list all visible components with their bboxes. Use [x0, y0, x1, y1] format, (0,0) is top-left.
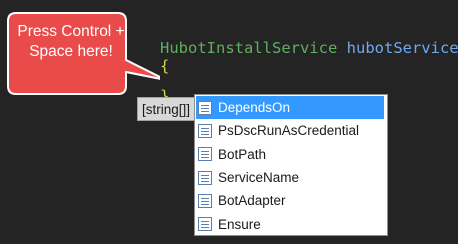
code-line-declaration: HubotInstallService hubotService	[160, 39, 458, 57]
completion-item-label: Ensure	[218, 216, 261, 232]
callout-text: Press Control + Space here!	[17, 23, 125, 60]
completion-item[interactable]: DependsOn	[196, 96, 384, 120]
type-name: HubotInstallService	[160, 39, 338, 57]
intellisense-completion-list[interactable]: DependsOn PsDscRunAsCredential BotPath Serv…	[194, 94, 388, 236]
completion-item-label: BotAdapter	[218, 193, 286, 209]
property-icon	[198, 123, 212, 138]
completion-item[interactable]: ServiceName	[195, 166, 387, 189]
property-icon	[198, 147, 212, 162]
completion-item[interactable]: PsDscRunAsCredential	[195, 119, 387, 142]
completion-item[interactable]: BotAdapter	[195, 189, 387, 212]
completion-item-label: DependsOn	[218, 100, 291, 116]
open-brace: {	[160, 57, 170, 75]
instruction-callout: Press Control + Space here!	[0, 0, 160, 110]
completion-item-label: ServiceName	[218, 170, 300, 186]
property-icon	[198, 193, 212, 208]
variable-name: hubotService	[346, 39, 458, 57]
completion-item-label: BotPath	[218, 146, 267, 162]
property-icon	[198, 100, 212, 115]
property-icon	[198, 170, 212, 185]
property-icon	[198, 217, 212, 232]
type-hint-tooltip: [string[]]	[137, 97, 196, 121]
completion-item-label: PsDscRunAsCredential	[218, 123, 360, 139]
completion-item[interactable]: Ensure	[195, 212, 387, 235]
completion-item[interactable]: BotPath	[195, 143, 387, 166]
